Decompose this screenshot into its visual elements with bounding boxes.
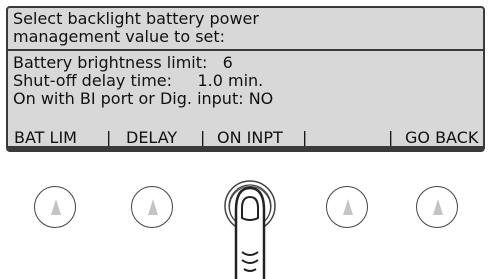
input-trigger-line: On with BI port or Dig. input: NO [13, 89, 274, 108]
up-arrow-icon [51, 199, 61, 215]
up-arrow-icon [343, 199, 353, 215]
up-arrow-icon [148, 199, 158, 215]
softkey-button-2[interactable] [131, 186, 173, 228]
softkey-button-4[interactable] [326, 186, 368, 228]
battery-brightness-line: Battery brightness limit: 6 [13, 53, 233, 72]
header-line-1: Select backlight battery power [13, 9, 259, 28]
header-divider [8, 49, 483, 51]
softkey-button-1[interactable] [34, 186, 76, 228]
header-line-2: management value to set: [13, 27, 226, 46]
lcd-screen: Select backlight battery power managemen… [6, 6, 485, 152]
pressing-finger-icon [224, 180, 276, 279]
shutoff-delay-line: Shut-off delay time: 1.0 min. [13, 71, 264, 90]
up-arrow-icon [433, 199, 443, 215]
lcd-bottom-rule [8, 146, 483, 150]
softkey-button-5[interactable] [416, 186, 458, 228]
